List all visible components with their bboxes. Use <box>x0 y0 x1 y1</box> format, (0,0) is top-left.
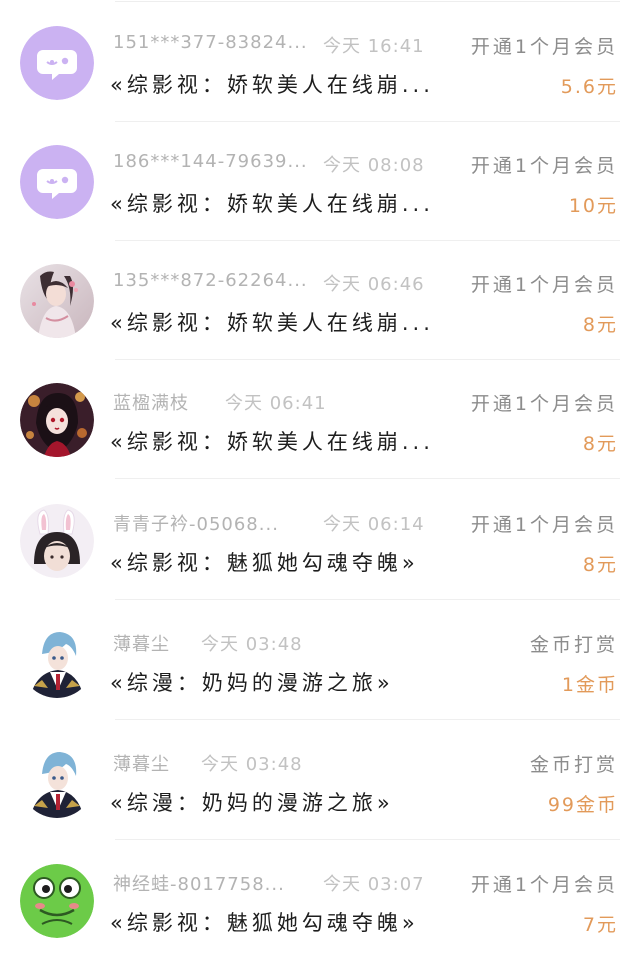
timestamp: 今天 16:41 <box>323 36 425 57</box>
user-name: 薄暮尘 <box>113 634 170 655</box>
action-label: 开通1个月会员 <box>470 514 618 536</box>
action-label: 开通1个月会员 <box>470 393 618 415</box>
list-item[interactable]: 151***377-83824... 今天 16:41 开通1个月会员 «综影视… <box>0 2 640 122</box>
timestamp: 今天 08:08 <box>323 155 425 176</box>
user-name: 蓝楹满枝 <box>113 393 189 414</box>
amount-value: 5.6元 <box>560 76 618 98</box>
action-label: 金币打赏 <box>529 634 618 656</box>
transaction-list: 151***377-83824... 今天 16:41 开通1个月会员 «综影视… <box>0 0 640 953</box>
book-title: «综影视：娇软美人在线崩... <box>110 192 434 216</box>
book-title: «综影视：娇软美人在线崩... <box>110 311 434 335</box>
book-title: «综漫：奶妈的漫游之旅» <box>110 671 394 695</box>
amount-value: 1金币 <box>561 674 618 696</box>
divider <box>115 478 620 479</box>
amount-value: 8元 <box>582 314 618 336</box>
amount-value: 7元 <box>582 914 618 936</box>
amount-value: 99金币 <box>547 794 618 816</box>
timestamp: 今天 06:14 <box>323 514 425 535</box>
amount-value: 10元 <box>568 195 618 217</box>
timestamp: 今天 06:41 <box>225 393 327 414</box>
anime-boy-avatar-icon[interactable] <box>20 624 94 698</box>
chat-bubble-avatar-icon[interactable] <box>20 26 94 100</box>
action-label: 开通1个月会员 <box>470 36 618 58</box>
action-label: 开通1个月会员 <box>470 155 618 177</box>
list-item[interactable]: 薄暮尘 今天 03:48 金币打赏 «综漫：奶妈的漫游之旅» 1金币 <box>0 600 640 720</box>
user-name: 186***144-79639... <box>113 151 308 172</box>
list-item[interactable]: 186***144-79639... 今天 08:08 开通1个月会员 «综影视… <box>0 121 640 241</box>
chat-bubble-avatar-icon[interactable] <box>20 145 94 219</box>
anime-girl-avatar-icon[interactable] <box>20 264 94 338</box>
book-title: «综影视：魅狐她勾魂夺魄» <box>110 551 419 575</box>
book-title: «综影视：娇软美人在线崩... <box>110 73 434 97</box>
action-label: 金币打赏 <box>529 754 618 776</box>
user-name: 神经蛙-8017758... <box>113 874 285 895</box>
book-title: «综漫：奶妈的漫游之旅» <box>110 791 394 815</box>
action-label: 开通1个月会员 <box>470 274 618 296</box>
list-item[interactable]: 青青子衿-05068... 今天 06:14 开通1个月会员 «综影视：魅狐她勾… <box>0 480 640 600</box>
book-title: «综影视：魅狐她勾魂夺魄» <box>110 911 419 935</box>
timestamp: 今天 03:48 <box>201 634 303 655</box>
list-item[interactable]: 蓝楹满枝 今天 06:41 开通1个月会员 «综影视：娇软美人在线崩... 8元 <box>0 359 640 479</box>
list-item[interactable]: 135***872-62264... 今天 06:46 开通1个月会员 «综影视… <box>0 240 640 360</box>
book-title: «综影视：娇软美人在线崩... <box>110 430 434 454</box>
anime-girl-avatar-icon[interactable] <box>20 383 94 457</box>
action-label: 开通1个月会员 <box>470 874 618 896</box>
timestamp: 今天 03:07 <box>323 874 425 895</box>
timestamp: 今天 06:46 <box>323 274 425 295</box>
user-name: 151***377-83824... <box>113 32 308 53</box>
timestamp: 今天 03:48 <box>201 754 303 775</box>
user-name: 135***872-62264... <box>113 270 308 291</box>
list-item[interactable]: 薄暮尘 今天 03:48 金币打赏 «综漫：奶妈的漫游之旅» 99金币 <box>0 720 640 840</box>
green-frog-avatar-icon[interactable] <box>20 864 94 938</box>
amount-value: 8元 <box>582 554 618 576</box>
amount-value: 8元 <box>582 433 618 455</box>
anime-boy-avatar-icon[interactable] <box>20 744 94 818</box>
user-name: 薄暮尘 <box>113 754 170 775</box>
user-name: 青青子衿-05068... <box>113 514 279 535</box>
list-item[interactable]: 神经蛙-8017758... 今天 03:07 开通1个月会员 «综影视：魅狐她… <box>0 840 640 953</box>
girl-bunny-ears-avatar-icon[interactable] <box>20 504 94 578</box>
